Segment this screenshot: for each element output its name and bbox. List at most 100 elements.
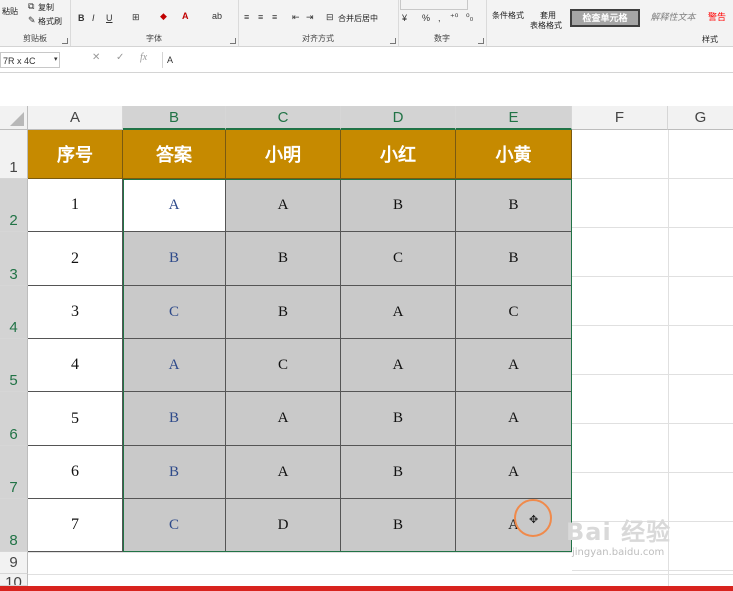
table-cell[interactable]: 2 xyxy=(28,232,123,286)
column-header-c[interactable]: C xyxy=(226,106,341,130)
table-cell[interactable]: C xyxy=(123,499,226,552)
name-box[interactable]: 7R x 4C xyxy=(0,52,60,68)
italic-icon[interactable]: I xyxy=(92,13,95,23)
table-cell[interactable]: A xyxy=(226,179,341,232)
row-header-7[interactable]: 7 xyxy=(0,446,28,499)
table-cell[interactable]: B xyxy=(341,179,456,232)
font-color-icon[interactable]: A xyxy=(182,11,189,21)
indent-decrease-icon[interactable]: ⇤ xyxy=(292,12,300,23)
table-cell[interactable]: B xyxy=(226,286,341,339)
cancel-icon[interactable]: ✕ xyxy=(92,52,100,63)
table-cell[interactable]: B xyxy=(341,499,456,552)
table-cell[interactable]: C xyxy=(226,339,341,392)
row-header-9[interactable]: 9 xyxy=(0,552,28,574)
table-cell[interactable]: A xyxy=(341,286,456,339)
align-center-icon[interactable]: ≡ xyxy=(258,12,263,22)
table-cell[interactable]: D xyxy=(226,499,341,552)
copy-button[interactable]: 复制 xyxy=(38,2,54,13)
table-cell[interactable]: B xyxy=(341,446,456,499)
row-header-3[interactable]: 3 xyxy=(0,232,28,286)
decimal-decrease-icon[interactable]: ⁰₀ xyxy=(466,12,473,23)
percent-icon[interactable]: % xyxy=(422,13,430,23)
row-header-2[interactable]: 2 xyxy=(0,179,28,232)
table-cell[interactable]: 3 xyxy=(28,286,123,339)
table-cell[interactable]: A xyxy=(341,339,456,392)
indent-increase-icon[interactable]: ⇥ xyxy=(306,12,314,23)
row-header-6[interactable]: 6 xyxy=(0,392,28,446)
ribbon: 粘贴 ⧉ 复制 ✎ 格式刷 剪贴板 B I U ⊞ ◆ A ab 字体 ≡ ≡ … xyxy=(0,0,733,47)
watermark-url: jingyan.baidu.com xyxy=(572,547,665,558)
header-cell-xiaohuang[interactable]: 小黄 xyxy=(456,130,572,179)
comma-icon[interactable]: , xyxy=(438,13,441,23)
column-header-a[interactable]: A xyxy=(28,106,123,130)
phonetic-icon[interactable]: ab xyxy=(212,11,222,21)
table-cell[interactable]: 7 xyxy=(28,499,123,552)
empty-grid-bottom[interactable] xyxy=(28,552,572,587)
fill-color-icon[interactable]: ◆ xyxy=(160,11,167,22)
row-header-10[interactable]: 10 xyxy=(0,574,28,586)
table-cell[interactable]: C xyxy=(341,232,456,286)
row-header-1[interactable]: 1 xyxy=(0,130,28,179)
table-cell[interactable]: A xyxy=(226,446,341,499)
merge-icon[interactable]: ⊟ xyxy=(326,12,334,23)
table-cell[interactable]: A xyxy=(456,339,572,392)
insert-function-icon[interactable]: fx xyxy=(140,52,147,63)
header-cell-xiaohong[interactable]: 小红 xyxy=(341,130,456,179)
table-cell[interactable]: A xyxy=(456,392,572,446)
table-cell[interactable]: 1 xyxy=(28,179,123,232)
paste-button[interactable]: 粘贴 xyxy=(2,6,18,17)
table-cell[interactable]: B xyxy=(123,446,226,499)
bold-icon[interactable]: B xyxy=(78,13,85,23)
table-cell[interactable]: B xyxy=(226,232,341,286)
align-left-icon[interactable]: ≡ xyxy=(244,12,249,22)
format-painter-button[interactable]: 格式刷 xyxy=(38,16,62,27)
merge-center-button[interactable]: 合并后居中 xyxy=(338,13,378,24)
select-all-corner[interactable] xyxy=(0,106,28,130)
alignment-group: ≡ ≡ ≡ ⇤ ⇥ ⊟ 合并后居中 对齐方式 xyxy=(238,0,399,46)
clipboard-launcher-icon[interactable] xyxy=(62,38,68,44)
alignment-launcher-icon[interactable] xyxy=(390,38,396,44)
header-cell-xiaoming[interactable]: 小明 xyxy=(226,130,341,179)
table-cell[interactable]: B xyxy=(123,232,226,286)
underline-icon[interactable]: U xyxy=(106,13,113,23)
column-header-d[interactable]: D xyxy=(341,106,456,130)
check-cell-style[interactable]: 检查单元格 xyxy=(570,9,640,27)
table-cell[interactable]: A xyxy=(123,339,226,392)
table-cell[interactable]: 5 xyxy=(28,392,123,446)
format-painter-icon: ✎ xyxy=(28,15,36,25)
warning-style[interactable]: 警告 xyxy=(708,9,733,25)
table-cell[interactable]: B xyxy=(341,392,456,446)
conditional-format-button[interactable]: 条件格式 xyxy=(492,10,524,21)
table-cell[interactable]: C xyxy=(123,286,226,339)
enter-icon[interactable]: ✓ xyxy=(116,52,124,63)
column-header-b[interactable]: B xyxy=(123,106,226,130)
table-cell[interactable]: A xyxy=(456,446,572,499)
table-cell[interactable]: B xyxy=(456,232,572,286)
column-header-f[interactable]: F xyxy=(572,106,668,130)
currency-icon[interactable]: ¥ xyxy=(402,13,407,23)
font-launcher-icon[interactable] xyxy=(230,38,236,44)
table-cell[interactable]: 4 xyxy=(28,339,123,392)
number-format-dropdown[interactable] xyxy=(400,0,468,10)
row-header-8[interactable]: 8 xyxy=(0,499,28,552)
column-header-e[interactable]: E xyxy=(456,106,572,130)
decimal-increase-icon[interactable]: ⁺⁰ xyxy=(450,12,458,23)
table-cell[interactable]: B xyxy=(456,179,572,232)
row-header-4[interactable]: 4 xyxy=(0,286,28,339)
name-box-dropdown-icon[interactable]: ▾ xyxy=(54,55,58,63)
table-cell[interactable]: 6 xyxy=(28,446,123,499)
row-header-5[interactable]: 5 xyxy=(0,339,28,392)
number-launcher-icon[interactable] xyxy=(478,38,484,44)
align-right-icon[interactable]: ≡ xyxy=(272,12,277,22)
table-cell[interactable]: C xyxy=(456,286,572,339)
column-header-g[interactable]: G xyxy=(668,106,733,130)
active-cell[interactable]: A xyxy=(123,179,226,232)
table-cell[interactable]: A xyxy=(226,392,341,446)
border-icon[interactable]: ⊞ xyxy=(132,12,140,23)
formula-input[interactable]: A xyxy=(162,52,733,68)
explanatory-text-style[interactable]: 解释性文本 xyxy=(642,9,704,25)
table-cell[interactable]: A xyxy=(456,499,572,552)
header-cell-answer[interactable]: 答案 xyxy=(123,130,226,179)
table-cell[interactable]: B xyxy=(123,392,226,446)
header-cell-index[interactable]: 序号 xyxy=(28,130,123,179)
